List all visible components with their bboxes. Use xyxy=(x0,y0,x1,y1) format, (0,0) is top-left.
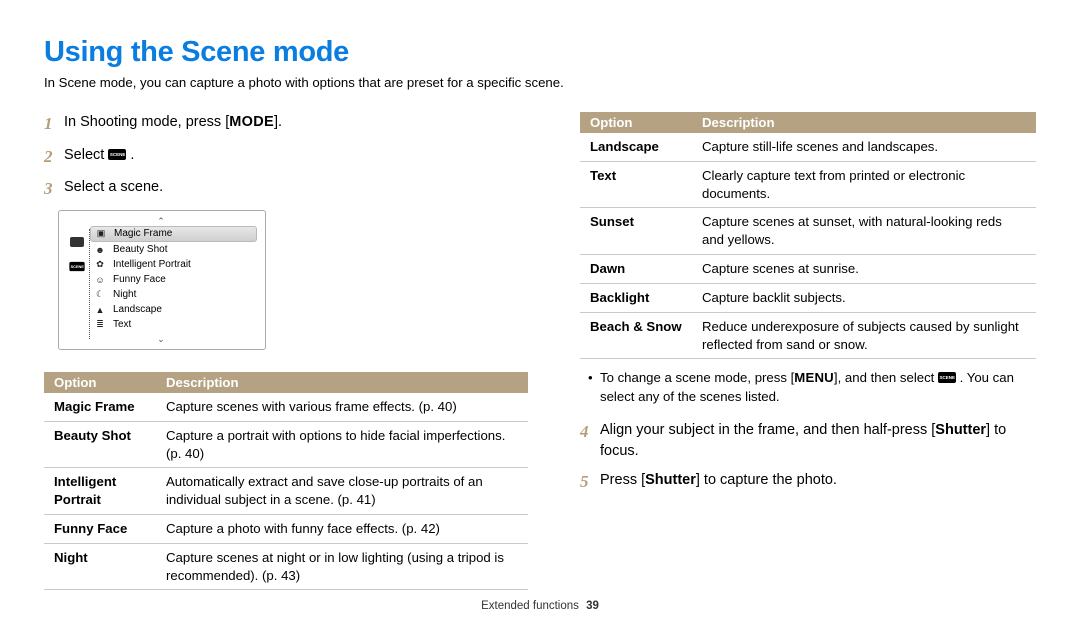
scene-options-list: ▣Magic Frame ☻Beauty Shot ✿Intelligent P… xyxy=(90,225,257,335)
step-text: Press [Shutter] to capture the photo. xyxy=(600,470,1036,495)
step-2: 2 Select . xyxy=(44,145,528,170)
table-header-row: Option Description xyxy=(580,112,1036,133)
scene-item-night: ☾Night xyxy=(90,288,257,302)
face-icon: ☻ xyxy=(94,244,106,256)
note-bullet: • To change a scene mode, press [MENU], … xyxy=(588,369,1036,406)
col-description: Description xyxy=(156,372,528,393)
scene-item-funny-face: ☺Funny Face xyxy=(90,273,257,287)
page-footer: Extended functions 39 xyxy=(0,600,1080,612)
options-table-left: Option Description Magic FrameCapture sc… xyxy=(44,372,528,591)
step-text: In Shooting mode, press [MODE]. xyxy=(64,112,528,137)
col-description: Description xyxy=(692,112,1036,133)
table-row: Beach & SnowReduce underexposure of subj… xyxy=(580,312,1036,359)
shutter-key-label: Shutter xyxy=(935,422,986,438)
options-table-right: Option Description LandscapeCapture stil… xyxy=(580,112,1036,359)
left-column: 1 In Shooting mode, press [MODE]. 2 Sele… xyxy=(44,112,528,590)
table-row: NightCapture scenes at night or in low l… xyxy=(44,543,528,590)
step-3: 3 Select a scene. xyxy=(44,177,528,202)
page-title: Using the Scene mode xyxy=(44,36,1036,69)
two-column-layout: 1 In Shooting mode, press [MODE]. 2 Sele… xyxy=(44,112,1036,590)
scroll-up-icon: ⌃ xyxy=(65,217,257,225)
step-text: Select . xyxy=(64,145,528,170)
manual-page: Using the Scene mode In Scene mode, you … xyxy=(0,0,1080,630)
scene-item-intelligent-portrait: ✿Intelligent Portrait xyxy=(90,258,257,272)
scene-item-beauty-shot: ☻Beauty Shot xyxy=(90,243,257,257)
scene-mode-icon xyxy=(938,372,956,383)
scroll-down-icon: ⌄ xyxy=(65,335,257,343)
step-number: 1 xyxy=(44,112,64,137)
step-text: Select a scene. xyxy=(64,177,528,202)
table-row: Beauty ShotCapture a portrait with optio… xyxy=(44,421,528,468)
shutter-key-label: Shutter xyxy=(645,472,696,488)
step-5: 5 Press [Shutter] to capture the photo. xyxy=(580,470,1036,495)
step-text: Align your subject in the frame, and the… xyxy=(600,420,1036,462)
menu-key-label: MENU xyxy=(794,370,834,385)
table-row: BacklightCapture backlit subjects. xyxy=(580,283,1036,312)
text-icon: ≣ xyxy=(94,319,106,331)
table-row: Funny FaceCapture a photo with funny fac… xyxy=(44,514,528,543)
step-number: 2 xyxy=(44,145,64,170)
scene-item-landscape: ▲Landscape xyxy=(90,303,257,317)
funny-face-icon: ☺ xyxy=(94,274,106,286)
scene-mode-icon xyxy=(108,149,126,160)
scene-item-magic-frame: ▣Magic Frame xyxy=(90,226,257,242)
table-row: Intelligent PortraitAutomatically extrac… xyxy=(44,468,528,515)
camera-mode-icon xyxy=(70,237,84,247)
footer-section: Extended functions xyxy=(481,600,579,612)
mode-rail xyxy=(65,225,89,335)
table-row: Magic FrameCapture scenes with various f… xyxy=(44,393,528,421)
mode-key-label: MODE xyxy=(229,114,274,130)
scene-mode-icon xyxy=(69,262,84,271)
table-row: DawnCapture scenes at sunrise. xyxy=(580,255,1036,284)
page-intro: In Scene mode, you can capture a photo w… xyxy=(44,75,1036,90)
landscape-icon: ▲ xyxy=(94,304,106,316)
page-number: 39 xyxy=(586,600,599,612)
scene-item-text: ≣Text xyxy=(90,318,257,332)
bullet-icon: • xyxy=(588,369,600,406)
col-option: Option xyxy=(44,372,156,393)
right-column: Option Description LandscapeCapture stil… xyxy=(580,112,1036,590)
moon-icon: ☾ xyxy=(94,289,106,301)
frame-icon: ▣ xyxy=(95,228,107,240)
table-row: LandscapeCapture still-life scenes and l… xyxy=(580,133,1036,161)
note-text: To change a scene mode, press [MENU], an… xyxy=(600,369,1036,406)
portrait-icon: ✿ xyxy=(94,259,106,271)
table-header-row: Option Description xyxy=(44,372,528,393)
table-row: SunsetCapture scenes at sunset, with nat… xyxy=(580,208,1036,255)
table-row: TextClearly capture text from printed or… xyxy=(580,161,1036,208)
step-1: 1 In Shooting mode, press [MODE]. xyxy=(44,112,528,137)
col-option: Option xyxy=(580,112,692,133)
scene-list-screenshot: ⌃ ▣Magic Frame ☻Beauty Shot ✿Intelligent… xyxy=(58,210,266,350)
step-number: 3 xyxy=(44,177,64,202)
step-number: 5 xyxy=(580,470,600,495)
step-number: 4 xyxy=(580,420,600,462)
step-4: 4 Align your subject in the frame, and t… xyxy=(580,420,1036,462)
